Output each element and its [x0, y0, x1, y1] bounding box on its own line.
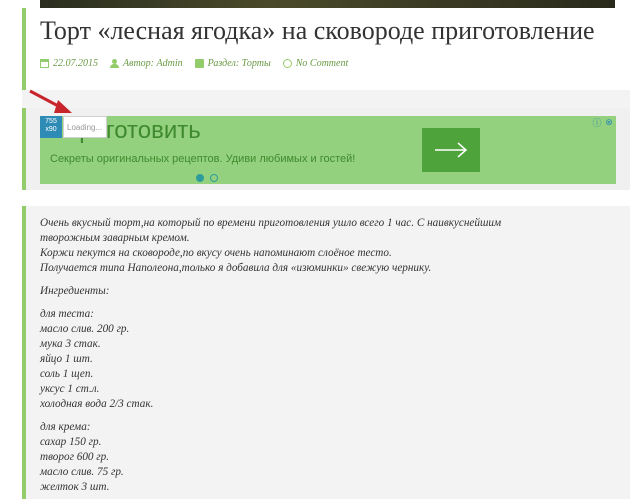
- ad-choices[interactable]: ⓘ ⊗: [592, 117, 614, 128]
- ad-dot-2[interactable]: [210, 174, 218, 182]
- arrow-right-icon: [435, 142, 468, 158]
- loading-indicator: Loading...: [63, 116, 107, 138]
- dough-ingredients: для теста: масло слив. 200 гр. мука 3 ст…: [40, 308, 154, 410]
- post-content: Очень вкусный торт,на который по времени…: [22, 206, 630, 499]
- close-icon[interactable]: ⊗: [604, 117, 614, 127]
- intro-paragraph: Очень вкусный торт,на который по времени…: [40, 217, 502, 274]
- post-comments-link[interactable]: No Comment: [282, 58, 348, 69]
- post-author[interactable]: Автор: Admin: [110, 58, 183, 69]
- user-icon: [110, 59, 119, 68]
- ad-size-badge: 755 x90: [40, 116, 62, 138]
- red-arrow-icon: [29, 89, 72, 113]
- calendar-icon: [40, 59, 49, 68]
- post-header: Торт «лесная ягодка» на сковороде пригот…: [22, 8, 630, 90]
- comment-icon: [282, 59, 292, 68]
- post-title: Торт «лесная ягодка» на сковороде пригот…: [40, 16, 595, 45]
- ad-description[interactable]: Секреты оригинальных рецептов. Удиви люб…: [50, 153, 355, 165]
- cream-ingredients: для крема: сахар 150 гр. творог 600 гр. …: [40, 421, 124, 493]
- post-category[interactable]: Раздел: Торты: [194, 58, 271, 69]
- ingredients-heading: Ингредиенты:: [40, 285, 110, 297]
- separator: [22, 190, 630, 206]
- post-body: Очень вкусный торт,на который по времени…: [40, 216, 620, 499]
- separator: [22, 90, 630, 108]
- post-date: 22.07.2015: [40, 58, 98, 69]
- book-icon: [194, 59, 204, 68]
- featured-image-strip: [40, 0, 615, 8]
- post-meta: 22.07.2015 Автор: Admin Раздел: Торты No…: [40, 58, 348, 69]
- ad-dot-1[interactable]: [196, 174, 204, 182]
- ad-banner[interactable]: Приготовить Секреты оригинальных рецепто…: [40, 116, 616, 184]
- ad-pagination: [196, 174, 218, 182]
- ad-container: Приготовить Секреты оригинальных рецепто…: [22, 108, 630, 190]
- info-icon[interactable]: ⓘ: [592, 117, 602, 128]
- ad-arrow-button[interactable]: [422, 128, 480, 172]
